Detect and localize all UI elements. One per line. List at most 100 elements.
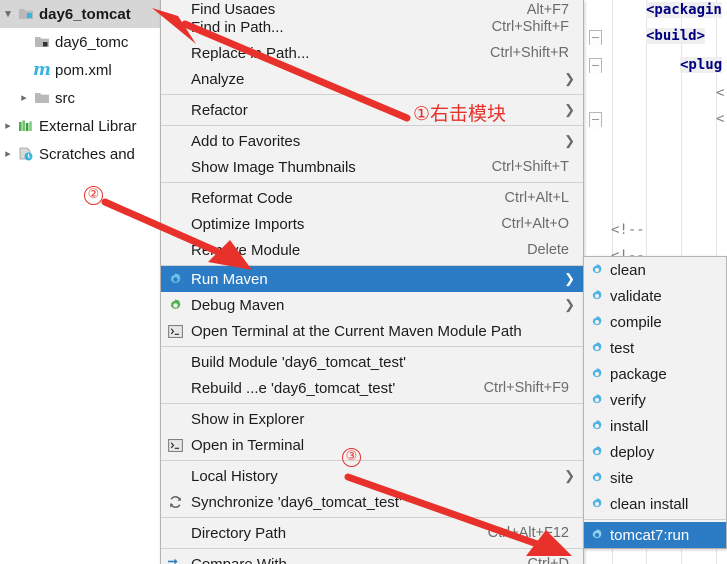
- submenu-item-compile[interactable]: compile: [584, 309, 726, 335]
- tree-row-src[interactable]: ▸ src: [0, 84, 169, 112]
- tree-label-scratches: Scratches and: [39, 145, 135, 163]
- tree-label-pom-xml: pom.xml: [55, 61, 112, 79]
- compare-icon: [161, 557, 189, 564]
- menu-item-find-in-path[interactable]: Find in Path... Ctrl+Shift+F: [161, 14, 583, 40]
- menu-item-local-history[interactable]: Local History ❯: [161, 463, 583, 489]
- tree-row-submodule[interactable]: day6_tomc: [0, 28, 169, 56]
- submenu-item-label: verify: [610, 391, 646, 409]
- menu-item-label: Show Image Thumbnails: [191, 158, 356, 176]
- submenu-item-site[interactable]: site: [584, 465, 726, 491]
- context-menu[interactable]: Find Usages Alt+F7 Find in Path... Ctrl+…: [160, 0, 584, 564]
- menu-item-label: Replace in Path...: [191, 44, 310, 62]
- menu-item-add-to-favorites[interactable]: Add to Favorites ❯: [161, 128, 583, 154]
- menu-item-show-in-explorer[interactable]: Show in Explorer: [161, 406, 583, 432]
- menu-item-accel: Alt+F7: [526, 2, 569, 14]
- maven-goal-icon: [584, 393, 610, 407]
- menu-item-accel: Ctrl+Alt+O: [501, 216, 569, 232]
- menu-item-rebuild-module[interactable]: Rebuild ...e 'day6_tomcat_test' Ctrl+Shi…: [161, 375, 583, 401]
- submenu-item-deploy[interactable]: deploy: [584, 439, 726, 465]
- menu-item-debug-maven[interactable]: Debug Maven ❯: [161, 292, 583, 318]
- chevron-right-icon: ❯: [564, 297, 575, 312]
- menu-item-label: Show in Explorer: [191, 410, 305, 428]
- submenu-item-clean[interactable]: clean: [584, 257, 726, 283]
- menu-item-label: Directory Path: [191, 524, 287, 542]
- menu-item-analyze[interactable]: Analyze ❯: [161, 66, 583, 92]
- submenu-item-label: validate: [610, 287, 662, 305]
- terminal-icon: [161, 438, 189, 452]
- folder-icon: [32, 91, 52, 105]
- menu-item-accel: Ctrl+Alt+F12: [487, 525, 569, 541]
- tree-row-external-libraries[interactable]: ▸ External Librar: [0, 112, 169, 140]
- menu-item-open-terminal-maven-path[interactable]: Open Terminal at the Current Maven Modul…: [161, 318, 583, 344]
- submenu-separator: [584, 519, 726, 520]
- menu-item-show-image-thumbnails[interactable]: Show Image Thumbnails Ctrl+Shift+T: [161, 154, 583, 180]
- fold-marker-icon[interactable]: [589, 30, 602, 50]
- menu-separator: [161, 94, 583, 95]
- menu-item-compare-with[interactable]: Compare With... Ctrl+D: [161, 551, 583, 564]
- menu-item-label: Synchronize 'day6_tomcat_test': [191, 493, 402, 511]
- tree-row-module[interactable]: ▾ day6_tomcat: [0, 0, 169, 28]
- menu-item-directory-path[interactable]: Directory Path Ctrl+Alt+F12: [161, 520, 583, 546]
- refresh-icon: [161, 495, 189, 510]
- code-line-packaging: <packagin: [646, 2, 722, 18]
- tree-label-day6-tomcat: day6_tomcat: [39, 5, 131, 23]
- menu-item-build-module[interactable]: Build Module 'day6_tomcat_test': [161, 349, 583, 375]
- menu-item-reformat-code[interactable]: Reformat Code Ctrl+Alt+L: [161, 185, 583, 211]
- ide-screenshot: ▾ day6_tomcat day6_tomc m pom.xml ▸ src …: [0, 0, 727, 564]
- menu-separator: [161, 403, 583, 404]
- menu-separator: [161, 548, 583, 549]
- menu-item-label: Open Terminal at the Current Maven Modul…: [191, 322, 522, 340]
- submenu-item-label: test: [610, 339, 635, 357]
- module-folder-icon: [16, 7, 36, 21]
- maven-goal-icon: [584, 497, 610, 511]
- menu-separator: [161, 182, 583, 183]
- submenu-item-label: compile: [610, 313, 662, 331]
- fold-marker-icon[interactable]: [589, 112, 602, 132]
- menu-item-synchronize[interactable]: Synchronize 'day6_tomcat_test': [161, 489, 583, 515]
- menu-item-open-in-terminal[interactable]: Open in Terminal: [161, 432, 583, 458]
- chevron-right-icon[interactable]: ▸: [16, 92, 32, 104]
- menu-item-label: Analyze: [191, 70, 245, 88]
- menu-item-find-usages[interactable]: Find Usages Alt+F7: [161, 0, 583, 14]
- submenu-item-validate[interactable]: validate: [584, 283, 726, 309]
- chevron-right-icon[interactable]: ▸: [0, 120, 16, 132]
- menu-item-label: Run Maven: [191, 270, 268, 288]
- maven-goal-icon: [584, 289, 610, 303]
- submenu-item-label: tomcat7:run: [610, 526, 690, 544]
- maven-goal-icon: [584, 315, 610, 329]
- menu-item-run-maven[interactable]: Run Maven ❯: [161, 266, 583, 292]
- menu-item-label: Build Module 'day6_tomcat_test': [191, 353, 407, 371]
- submenu-item-install[interactable]: install: [584, 413, 726, 439]
- menu-item-accel: Ctrl+Shift+F: [491, 19, 569, 35]
- chevron-down-icon[interactable]: ▾: [0, 8, 16, 20]
- maven-goal-icon: [584, 471, 610, 485]
- submenu-item-test[interactable]: test: [584, 335, 726, 361]
- submenu-item-verify[interactable]: verify: [584, 387, 726, 413]
- tree-row-pom-xml[interactable]: m pom.xml: [0, 56, 169, 84]
- tree-row-scratches[interactable]: ▸ Scratches and: [0, 140, 169, 168]
- maven-goal-icon: [584, 528, 610, 542]
- maven-gear-green-icon: [161, 298, 189, 313]
- menu-item-label: Open in Terminal: [191, 436, 305, 454]
- menu-item-replace-in-path[interactable]: Replace in Path... Ctrl+Shift+R: [161, 40, 583, 66]
- menu-item-label: Refactor: [191, 101, 248, 119]
- maven-goal-icon: [584, 263, 610, 277]
- menu-item-remove-module[interactable]: Remove Module Delete: [161, 237, 583, 263]
- maven-goal-icon: [584, 341, 610, 355]
- submenu-item-package[interactable]: package: [584, 361, 726, 387]
- menu-separator: [161, 460, 583, 461]
- menu-item-accel: Ctrl+Shift+F9: [483, 380, 569, 396]
- fold-marker-icon[interactable]: [589, 58, 602, 78]
- maven-goal-icon: [584, 445, 610, 459]
- menu-separator: [161, 517, 583, 518]
- menu-item-optimize-imports[interactable]: Optimize Imports Ctrl+Alt+O: [161, 211, 583, 237]
- tree-label-day6-tomc: day6_tomc: [55, 33, 129, 51]
- submenu-item-tomcat7-run[interactable]: tomcat7:run: [584, 522, 726, 548]
- submenu-item-clean-install[interactable]: clean install: [584, 491, 726, 517]
- chevron-right-icon[interactable]: ▸: [0, 148, 16, 160]
- menu-item-label: Local History: [191, 467, 278, 485]
- menu-item-refactor[interactable]: Refactor ❯: [161, 97, 583, 123]
- maven-goals-submenu[interactable]: clean validate compile test package veri…: [583, 256, 727, 549]
- code-line-fragment: <: [716, 85, 725, 101]
- menu-item-accel: Ctrl+D: [527, 556, 570, 564]
